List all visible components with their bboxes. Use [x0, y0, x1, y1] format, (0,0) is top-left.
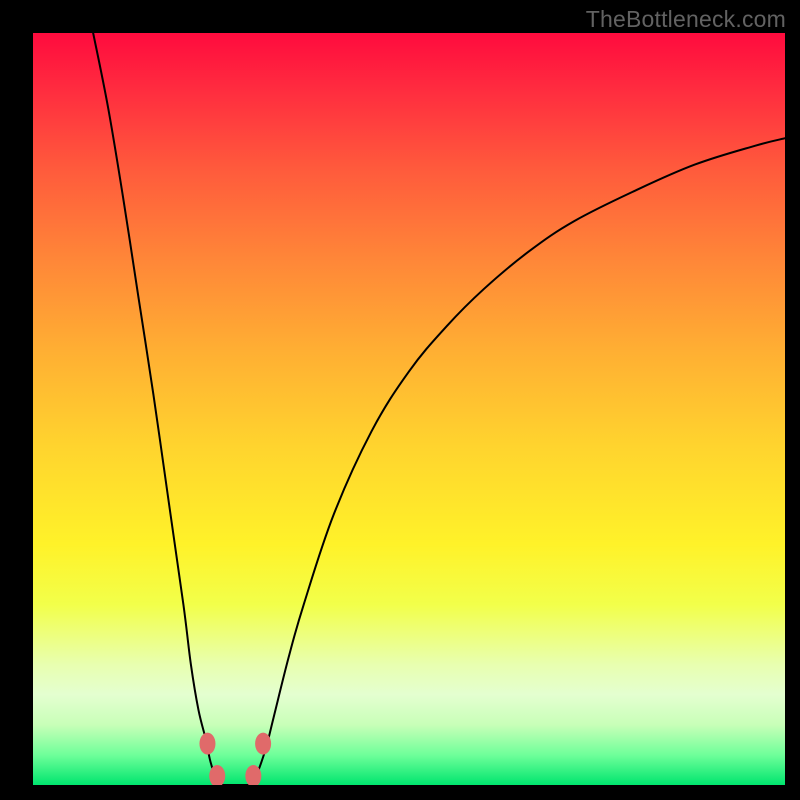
- marker-left-upper: [199, 733, 215, 755]
- curve-left-branch: [93, 33, 221, 785]
- curve-group: [93, 33, 785, 785]
- chart-svg: [33, 33, 785, 785]
- curve-right-branch: [251, 138, 785, 785]
- chart-plot-area: [33, 33, 785, 785]
- watermark-text: TheBottleneck.com: [586, 6, 786, 33]
- marker-right-upper: [255, 733, 271, 755]
